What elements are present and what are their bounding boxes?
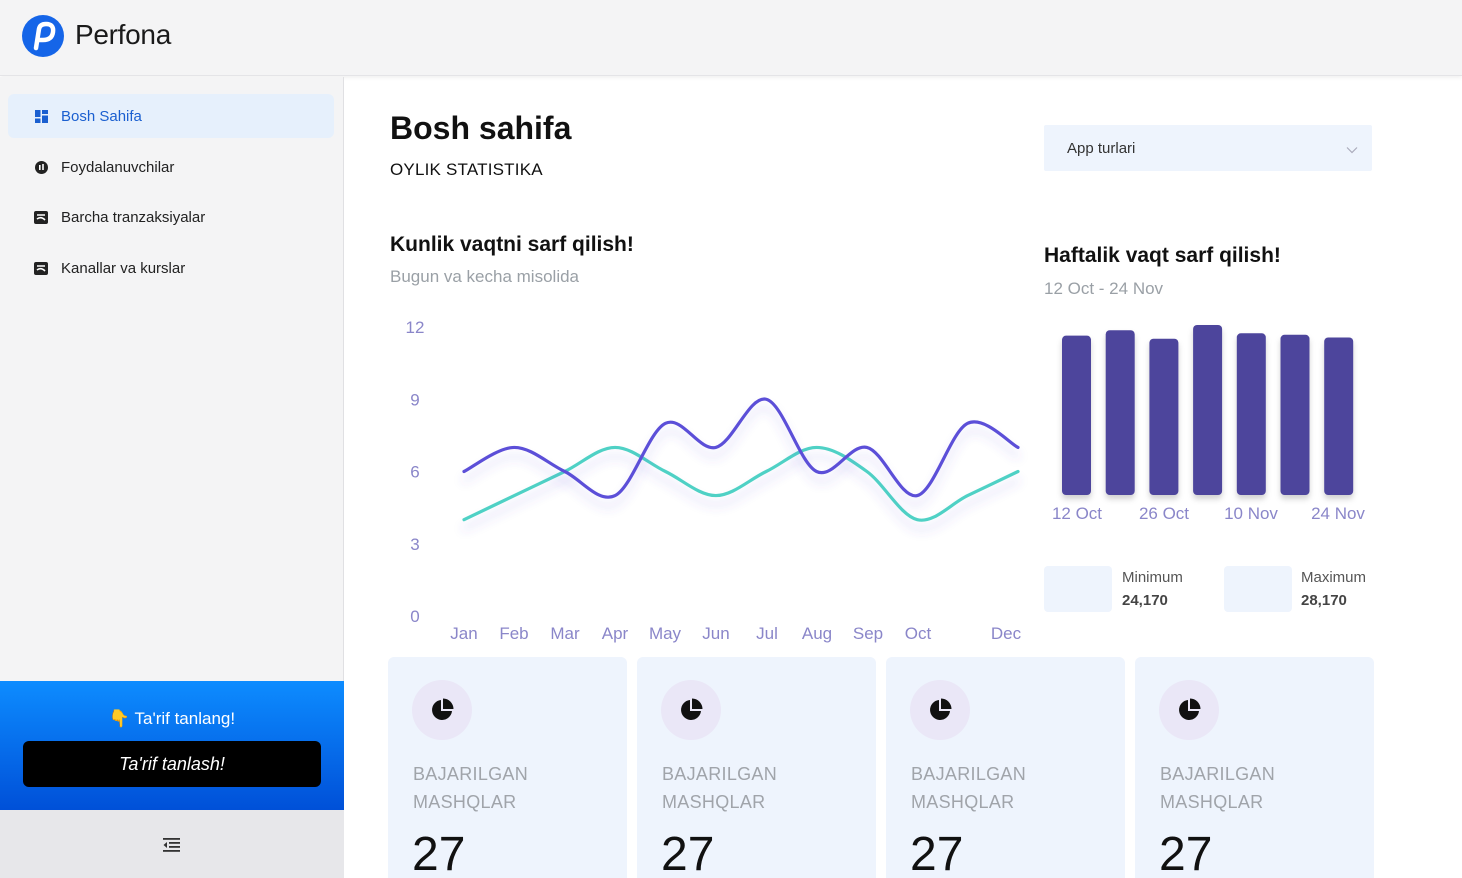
y-tick-label: 3 xyxy=(410,535,419,554)
x-tick-label: 26 Oct xyxy=(1139,504,1189,523)
bar xyxy=(1105,330,1135,495)
x-tick-label: Jun xyxy=(702,624,729,643)
daily-chart-title: Kunlik vaqtni sarf qilish! xyxy=(390,233,634,256)
select-value: App turlari xyxy=(1067,139,1136,157)
x-tick-label: 10 Nov xyxy=(1224,504,1278,523)
stat-value: 27 xyxy=(412,828,466,878)
x-tick-label: 12 Oct xyxy=(1052,504,1102,523)
x-tick-label: May xyxy=(649,624,682,643)
stat-label: BAJARILGAN MASHQLAR xyxy=(1160,764,1276,812)
sidebar-item-barcha-tranzaksiyalar[interactable]: Barcha tranzaksiyalar xyxy=(8,195,334,239)
x-tick-label: Feb xyxy=(499,624,528,643)
sidebar-item-label: Kanallar va kurslar xyxy=(61,259,186,277)
x-tick-label: Mar xyxy=(550,624,580,643)
x-tick-label: Jan xyxy=(450,624,477,643)
top-bar: Perfona xyxy=(0,0,1462,76)
page-title: Bosh sahifa xyxy=(390,110,572,146)
x-tick-label: 24 Nov xyxy=(1311,504,1365,523)
chevron-down-icon xyxy=(1346,141,1358,158)
x-tick-label: Apr xyxy=(602,624,629,643)
stat-card[interactable]: BAJARILGAN MASHQLAR 27 xyxy=(637,657,876,878)
bar xyxy=(1149,338,1179,495)
series-line-purple xyxy=(462,397,1020,499)
sidebar-item-label: Bosh Sahifa xyxy=(61,107,142,125)
series-line-teal xyxy=(462,445,1020,522)
perfona-logo-icon[interactable] xyxy=(22,15,64,57)
stat-value: 27 xyxy=(910,828,964,878)
page-subtitle: OYLIK STATISTIKA xyxy=(390,160,543,179)
stat-label: BAJARILGAN MASHQLAR xyxy=(662,764,778,812)
stat-value: 27 xyxy=(1159,828,1213,878)
dashboard-icon xyxy=(34,109,48,123)
stat-card[interactable]: BAJARILGAN MASHQLAR 27 xyxy=(886,657,1125,878)
bar xyxy=(1324,337,1354,495)
transactions-icon xyxy=(34,210,48,224)
maximum-value: 28,170 xyxy=(1301,592,1347,609)
sidebar: Bosh Sahifa Foydalanuvchilar Barcha tran… xyxy=(0,77,344,878)
weekly-chart-title: Haftalik vaqt sarf qilish! xyxy=(1044,244,1281,267)
daily-chart-subtitle: Bugun va kecha misolida xyxy=(390,267,580,286)
y-tick-label: 0 xyxy=(410,607,419,626)
x-tick-label: Sep xyxy=(853,624,883,643)
x-tick-label: Aug xyxy=(802,624,832,643)
x-tick-label: Oct xyxy=(905,624,932,643)
bar xyxy=(1062,335,1091,495)
pie-chart-icon xyxy=(1159,680,1219,740)
weekly-chart-subtitle: 12 Oct - 24 Nov xyxy=(1044,279,1164,298)
stat-label: BAJARILGAN MASHQLAR xyxy=(413,764,529,812)
bar xyxy=(1280,334,1310,495)
x-tick-label: Jul xyxy=(756,624,778,643)
sidebar-item-foydalanuvchilar[interactable]: Foydalanuvchilar xyxy=(8,145,334,189)
sidebar-item-kanallar-va-kurslar[interactable]: Kanallar va kurslar xyxy=(8,246,334,290)
daily-line-chart: 0 3 6 9 12 Jan Feb Mar Apr May Jun Jul Aug Sep Oct Dec xyxy=(406,318,1022,643)
y-tick-label: 9 xyxy=(410,390,419,409)
users-icon xyxy=(34,160,48,174)
bar xyxy=(1236,333,1266,495)
sidebar-collapse-bar[interactable] xyxy=(0,810,344,878)
choose-plan-button[interactable]: Ta'rif tanlash! xyxy=(23,741,321,787)
bar xyxy=(1193,325,1223,495)
pie-chart-icon xyxy=(661,680,721,740)
collapse-menu-icon[interactable] xyxy=(163,838,180,857)
stat-label: BAJARILGAN MASHQLAR xyxy=(911,764,1027,812)
weekly-bar-chart: 12 Oct 26 Oct 10 Nov 24 Nov xyxy=(1052,325,1365,523)
y-tick-label: 6 xyxy=(410,463,419,482)
minimum-label: Minimum xyxy=(1122,569,1183,586)
brand-name[interactable]: Perfona xyxy=(75,19,171,51)
sidebar-item-bosh-sahifa[interactable]: Bosh Sahifa xyxy=(8,94,334,138)
x-tick-label: Dec xyxy=(991,624,1022,643)
sidebar-item-label: Foydalanuvchilar xyxy=(61,158,175,176)
pie-chart-icon xyxy=(910,680,970,740)
y-tick-label: 12 xyxy=(406,318,425,337)
stat-value: 27 xyxy=(661,828,715,878)
stat-card[interactable]: BAJARILGAN MASHQLAR 27 xyxy=(388,657,627,878)
sidebar-item-label: Barcha tranzaksiyalar xyxy=(61,208,206,226)
promo-title: 👇 Ta'rif tanlang! xyxy=(108,709,236,728)
app-type-select[interactable]: App turlari xyxy=(1044,125,1372,171)
maximum-swatch xyxy=(1224,566,1292,612)
maximum-label: Maximum xyxy=(1301,569,1367,586)
channels-icon xyxy=(34,261,48,275)
minimum-swatch xyxy=(1044,566,1112,612)
plan-promo: 👇 Ta'rif tanlang! Ta'rif tanlash! xyxy=(0,681,344,810)
minimum-value: 24,170 xyxy=(1122,592,1168,609)
pie-chart-icon xyxy=(412,680,472,740)
stat-card[interactable]: BAJARILGAN MASHQLAR 27 xyxy=(1135,657,1374,878)
